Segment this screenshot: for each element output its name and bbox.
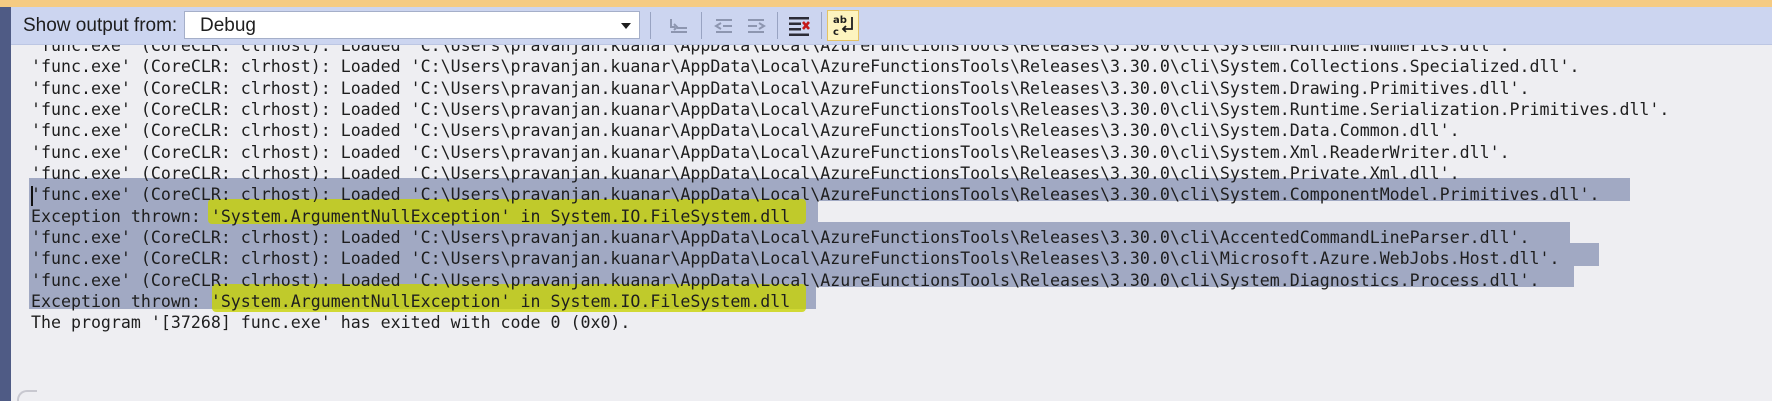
show-output-from-label: Show output from: bbox=[23, 15, 178, 36]
output-line: 'func.exe' (CoreCLR: clrhost): Loaded 'C… bbox=[31, 228, 1530, 247]
output-line: Exception thrown: 'System.ArgumentNullEx… bbox=[31, 207, 791, 226]
prev-message-icon bbox=[670, 18, 687, 33]
find-next-icon bbox=[748, 18, 766, 33]
find-next-button[interactable] bbox=[741, 11, 771, 40]
toolbar-separator bbox=[821, 12, 822, 39]
output-line: Exception thrown: 'System.ArgumentNullEx… bbox=[31, 292, 791, 311]
output-window: Show output from: Debug ab c 'func.exe' … bbox=[0, 0, 1772, 401]
output-source-dropdown[interactable]: Debug bbox=[184, 11, 640, 39]
scroll-corner-mark bbox=[17, 390, 37, 401]
toolbar-separator bbox=[650, 12, 651, 39]
left-docking-strip bbox=[0, 7, 11, 401]
output-line: 'func.exe' (CoreCLR: clrhost): Loaded 'C… bbox=[31, 271, 1540, 290]
clear-all-icon bbox=[789, 16, 810, 36]
find-previous-button[interactable] bbox=[709, 11, 739, 40]
output-line: 'func.exe' (CoreCLR: clrhost): Loaded 'C… bbox=[31, 100, 1670, 119]
output-source-selected-value: Debug bbox=[200, 15, 256, 36]
output-line: 'func.exe' (CoreCLR: clrhost): Loaded 'C… bbox=[31, 121, 1460, 140]
output-line: 'func.exe' (CoreCLR: clrhost): Loaded 'C… bbox=[31, 57, 1580, 76]
find-previous-icon bbox=[714, 18, 732, 33]
output-line: The program '[37268] func.exe' has exite… bbox=[31, 313, 631, 332]
output-line: 'func.exe' (CoreCLR: clrhost): Loaded 'C… bbox=[31, 185, 1600, 204]
svg-text:ab: ab bbox=[833, 15, 847, 26]
output-line: 'func.exe' (CoreCLR: clrhost): Loaded 'C… bbox=[31, 143, 1510, 162]
output-text-area[interactable]: 'func.exe' (CoreCLR: clrhost): Loaded 'C… bbox=[11, 45, 1772, 401]
output-line: 'func.exe' (CoreCLR: clrhost): Loaded 'C… bbox=[31, 164, 1460, 183]
output-toolbar: Show output from: Debug ab c bbox=[11, 7, 1772, 45]
clear-all-button[interactable] bbox=[784, 11, 814, 40]
svg-text:c: c bbox=[833, 27, 839, 38]
window-accent-bar bbox=[0, 0, 1772, 7]
toggle-word-wrap-button[interactable]: ab c bbox=[827, 10, 859, 41]
go-to-previous-message-button[interactable] bbox=[664, 11, 694, 40]
word-wrap-icon: ab c bbox=[833, 15, 853, 38]
chevron-down-icon[interactable] bbox=[621, 23, 631, 29]
output-line: 'func.exe' (CoreCLR: clrhost): Loaded 'C… bbox=[31, 249, 1560, 268]
toolbar-separator bbox=[701, 12, 702, 39]
output-line: 'func.exe' (CoreCLR: clrhost): Loaded 'C… bbox=[31, 79, 1530, 98]
toolbar-separator bbox=[777, 12, 778, 39]
text-cursor bbox=[31, 186, 33, 206]
